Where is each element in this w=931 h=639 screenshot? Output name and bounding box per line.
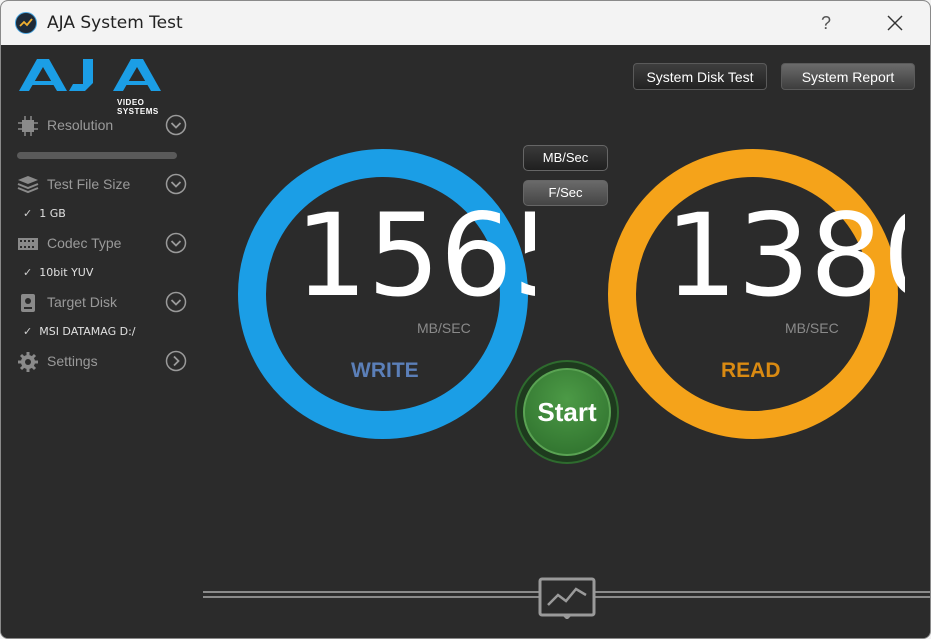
window-title: AJA System Test: [47, 13, 183, 33]
write-unit-label: MB/SEC: [417, 320, 471, 336]
sidebar-item-file-size[interactable]: Test File Size: [17, 172, 197, 198]
main-panel: VIDEO SYSTEMS Resolution Test File Size …: [1, 45, 930, 638]
sidebar-label-resolution: Resolution: [47, 117, 114, 133]
write-label: WRITE: [351, 359, 419, 382]
read-unit-label: MB/SEC: [785, 320, 839, 336]
sidebar-label-codec: Codec Type: [47, 235, 122, 251]
sidebar-label-disk: Target Disk: [47, 294, 118, 310]
f-sec-button[interactable]: F/Sec: [523, 180, 608, 206]
resolution-chip-icon: [17, 115, 39, 137]
chevron-down-icon[interactable]: [165, 173, 187, 195]
sidebar-item-codec[interactable]: Codec Type: [17, 231, 197, 257]
mb-sec-button[interactable]: MB/Sec: [523, 145, 608, 171]
start-button-label: Start: [537, 397, 597, 427]
help-icon[interactable]: ?: [813, 9, 839, 37]
sidebar-value-file-size: ✓ 1 GB: [23, 207, 66, 220]
system-disk-test-button[interactable]: System Disk Test: [633, 63, 767, 90]
aja-logo: VIDEO SYSTEMS: [17, 55, 167, 116]
chevron-down-icon[interactable]: [165, 114, 187, 136]
chevron-down-icon[interactable]: [165, 232, 187, 254]
sidebar-value-disk: ✓ MSI DATAMAG D:/: [23, 325, 136, 338]
graph-chart-icon[interactable]: [538, 577, 596, 620]
read-label: READ: [721, 359, 781, 382]
sidebar-label-settings: Settings: [47, 353, 98, 369]
chevron-right-icon[interactable]: [165, 350, 187, 372]
app-icon: [15, 12, 37, 34]
resolution-slider[interactable]: [17, 152, 177, 159]
file-stack-icon: [17, 174, 39, 196]
sidebar-label-file-size: Test File Size: [47, 176, 131, 192]
start-button[interactable]: Start: [515, 360, 619, 464]
gear-icon: [17, 351, 39, 373]
read-speed-value: 1380: [665, 191, 905, 321]
system-report-button[interactable]: System Report: [781, 63, 915, 90]
sidebar-item-disk[interactable]: Target Disk: [17, 290, 197, 316]
sidebar-item-resolution[interactable]: Resolution: [17, 113, 197, 139]
close-icon[interactable]: [881, 9, 909, 37]
app-window: AJA System Test ? VIDEO SYSTEMS Resoluti…: [0, 0, 931, 639]
title-bar: AJA System Test ?: [1, 1, 930, 45]
sidebar-value-codec: ✓ 10bit YUV: [23, 266, 94, 279]
chevron-down-icon[interactable]: [165, 291, 187, 313]
codec-film-icon: [17, 233, 39, 255]
disk-icon: [17, 292, 39, 314]
sidebar-item-settings[interactable]: Settings: [17, 349, 197, 375]
write-speed-value: 1565: [295, 191, 535, 321]
